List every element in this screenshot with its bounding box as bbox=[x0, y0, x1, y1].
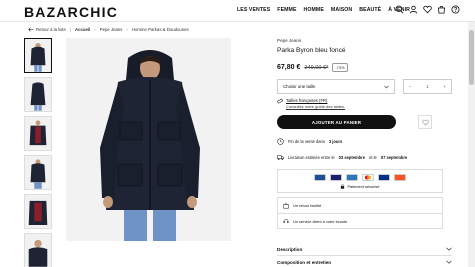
quantity-plus-button[interactable]: + bbox=[443, 84, 446, 89]
lock-icon bbox=[341, 184, 345, 189]
back-to-list-link[interactable]: Retour à la liste bbox=[28, 27, 66, 32]
chevron-down-icon bbox=[446, 247, 452, 251]
product-title: Parka Byron bleu foncé bbox=[277, 47, 346, 54]
sale-end-value: 3 jours bbox=[328, 139, 343, 144]
selection-row: Choisir une taille − 1 + bbox=[277, 79, 452, 94]
thumbnail-open[interactable] bbox=[24, 116, 52, 151]
service-client: Un service client à votre écoute bbox=[278, 213, 442, 228]
heart-icon[interactable] bbox=[423, 5, 432, 14]
payment-card-mastercard-icon bbox=[362, 174, 374, 181]
size-select[interactable]: Choisir une taille bbox=[277, 79, 395, 94]
service-client-label: Un service client à votre écoute bbox=[293, 218, 348, 224]
size-guide-link[interactable]: Consultez notre guide des tailles. bbox=[286, 104, 345, 109]
return-icon bbox=[283, 202, 289, 208]
wishlist-button[interactable] bbox=[418, 115, 432, 129]
user-icon[interactable] bbox=[409, 5, 418, 14]
logo[interactable]: BAZARCHIC bbox=[24, 4, 118, 20]
delivery-prefix: Livraison estimée entre le bbox=[288, 155, 335, 160]
help-icon[interactable] bbox=[451, 5, 460, 14]
nav-item-ventes[interactable]: LES VENTES bbox=[237, 7, 270, 13]
quantity-value: 1 bbox=[426, 84, 429, 89]
breadcrumb-item-accueil[interactable]: Accueil bbox=[75, 27, 90, 32]
heart-icon bbox=[421, 119, 429, 125]
quantity-minus-button[interactable]: − bbox=[409, 84, 412, 89]
clock-icon bbox=[277, 138, 284, 145]
scrollbar-thumb[interactable] bbox=[469, 30, 474, 85]
quantity-stepper[interactable]: − 1 + bbox=[403, 79, 452, 94]
nav-item-femme[interactable]: FEMME bbox=[277, 7, 296, 13]
thumbnail-back[interactable] bbox=[24, 77, 52, 112]
size-guide: Tailles françaises (FR) Consultez notre … bbox=[277, 98, 452, 109]
truck-icon bbox=[277, 155, 284, 160]
sale-end-info: Fin de la vente dans 3 jours bbox=[277, 138, 452, 145]
discount-badge: -73% bbox=[332, 63, 348, 72]
headset-icon bbox=[283, 219, 289, 223]
sale-end-prefix: Fin de la vente dans bbox=[288, 139, 325, 144]
accordion-list: Description Composition et entretien bbox=[277, 243, 452, 267]
size-guide-title[interactable]: Tailles françaises (FR) bbox=[286, 98, 345, 103]
payment-cards bbox=[278, 174, 442, 181]
search-icon[interactable] bbox=[395, 5, 404, 14]
product-main-image[interactable] bbox=[66, 38, 231, 241]
price-row: 67,80 € 249,00 €* -73% bbox=[277, 63, 452, 72]
chevron-down-icon bbox=[446, 260, 452, 264]
back-label: Retour à la liste bbox=[36, 27, 66, 32]
service-box: Un retour facilité Un service client à v… bbox=[277, 197, 443, 229]
breadcrumb-separator: | bbox=[69, 27, 71, 32]
thumbnail-closeup[interactable] bbox=[24, 233, 52, 267]
accordion-description-label: Description bbox=[277, 246, 303, 252]
accordion-description[interactable]: Description bbox=[277, 243, 452, 256]
accordion-composition-label: Composition et entretien bbox=[277, 259, 332, 265]
payment-card-amex-icon bbox=[346, 174, 358, 181]
current-price: 67,80 € bbox=[277, 64, 301, 71]
nav-item-maison[interactable]: MAISON bbox=[331, 7, 352, 13]
thumbnail-detail[interactable] bbox=[24, 194, 52, 229]
payment-card-cb-icon bbox=[314, 174, 326, 181]
payment-card-paypal-icon bbox=[378, 174, 390, 181]
arrow-left-icon bbox=[28, 27, 34, 32]
breadcrumb-item-category[interactable]: Homme Parkas & Doudounes bbox=[132, 27, 189, 32]
header-icons bbox=[395, 5, 460, 14]
delivery-to: 07 septembre bbox=[380, 155, 408, 160]
thumbnail-front[interactable] bbox=[24, 38, 52, 73]
add-to-cart-button[interactable]: AJOUTER AU PANIER bbox=[277, 115, 396, 129]
payment-card-alma-icon bbox=[394, 174, 406, 181]
thumbnail-list bbox=[24, 38, 54, 267]
nav-item-homme[interactable]: HOMME bbox=[304, 7, 324, 13]
main-nav: LES VENTES FEMME HOMME MAISON BEAUTÉ À V… bbox=[237, 7, 410, 13]
product-info: Pepe Jeans Parka Byron bleu foncé 67,80 … bbox=[277, 38, 452, 229]
delivery-mid: et le bbox=[369, 155, 377, 160]
secure-payment: Paiement sécurisé bbox=[278, 184, 442, 189]
thumbnail-side[interactable] bbox=[24, 155, 52, 190]
nav-item-beaute[interactable]: BEAUTÉ bbox=[359, 7, 381, 13]
size-select-label: Choisir une taille bbox=[283, 84, 316, 89]
payment-card-visa-icon bbox=[330, 174, 342, 181]
product-brand[interactable]: Pepe Jeans bbox=[277, 38, 452, 43]
breadcrumb-item-brand[interactable]: Pepe Jeans bbox=[100, 27, 123, 32]
secure-payment-label: Paiement sécurisé bbox=[347, 184, 380, 189]
cart-icon[interactable] bbox=[437, 5, 446, 14]
delivery-info: Livraison estimée entre le 03 septembre … bbox=[277, 154, 452, 161]
site-header: BAZARCHIC LES VENTES FEMME HOMME MAISON … bbox=[0, 0, 475, 22]
ruler-icon bbox=[277, 98, 283, 104]
cart-row: AJOUTER AU PANIER bbox=[277, 115, 452, 129]
service-return: Un retour facilité bbox=[278, 198, 442, 213]
breadcrumb-separator: › bbox=[126, 27, 128, 32]
payment-box: Paiement sécurisé bbox=[277, 169, 443, 193]
breadcrumb-separator: › bbox=[94, 27, 96, 32]
service-return-label: Un retour facilité bbox=[293, 203, 322, 208]
breadcrumb: Retour à la liste | Accueil › Pepe Jeans… bbox=[28, 27, 189, 32]
old-price: 249,00 €* bbox=[304, 64, 329, 71]
accordion-composition[interactable]: Composition et entretien bbox=[277, 256, 452, 267]
chevron-down-icon bbox=[384, 85, 389, 88]
delivery-from: 03 septembre bbox=[338, 155, 366, 160]
